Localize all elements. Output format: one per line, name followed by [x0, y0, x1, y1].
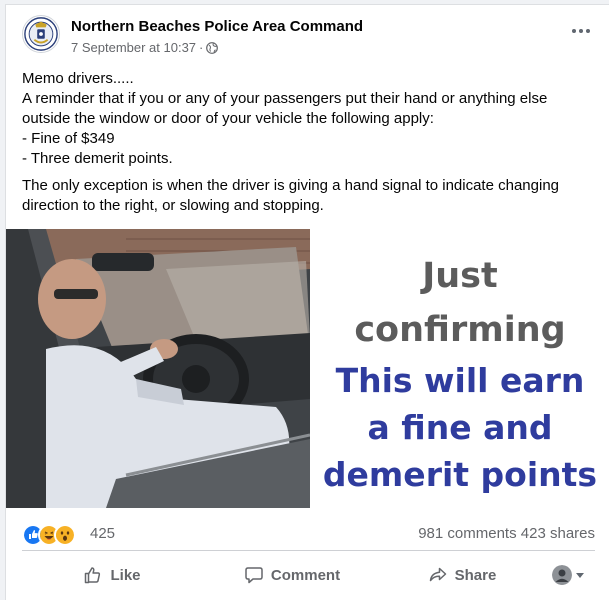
caption-line: This will earn [335, 361, 585, 400]
post-text-paragraph: The only exception is when the driver is… [22, 177, 559, 214]
thumbs-up-icon [85, 567, 101, 584]
post-timestamp[interactable]: 7 September at 10:37 [71, 40, 196, 55]
post-text-line: Memo drivers..... [22, 70, 134, 87]
post-header: Northern Beaches Police Area Command 7 S… [6, 5, 609, 63]
viewer-profile-selector[interactable] [552, 565, 584, 585]
reaction-icons[interactable] [22, 524, 76, 546]
page-name[interactable]: Northern Beaches Police Area Command [71, 18, 363, 35]
like-button[interactable]: Like [22, 553, 202, 597]
image-caption-panel: Just confirming This will earn a fine an… [310, 229, 609, 508]
post-text-line: - Three demerit points. [22, 150, 173, 167]
reaction-count[interactable]: 425 [90, 525, 115, 542]
more-options-icon[interactable] [567, 21, 595, 41]
post-card: Northern Beaches Police Area Command 7 S… [5, 4, 609, 600]
chevron-down-icon [576, 572, 584, 578]
post-image[interactable]: Just confirming This will earn a fine an… [6, 229, 609, 508]
post-text-line: - Fine of $349 [22, 130, 115, 147]
share-icon [429, 567, 446, 582]
post-text-line: A reminder that if you or any of your pa… [22, 90, 548, 127]
comment-button[interactable]: Comment [202, 553, 382, 597]
share-button[interactable]: Share [382, 553, 542, 597]
driver-photo [6, 229, 310, 508]
post-meta: 7 September at 10:37 · [71, 40, 219, 55]
viewer-avatar [552, 565, 572, 585]
page-avatar[interactable] [22, 15, 60, 53]
comments-count[interactable]: 981 comments [418, 525, 516, 542]
comment-label: Comment [270, 566, 341, 584]
wow-reaction-icon [54, 524, 76, 546]
comments-shares: 981 comments 423 shares [418, 525, 595, 542]
caption-line: Just [422, 256, 498, 296]
post-text: Memo drivers..... A reminder that if you… [22, 69, 594, 216]
meta-separator: · [199, 40, 204, 55]
comment-icon [245, 567, 263, 584]
reactions-summary: 425 981 comments 423 shares [6, 513, 609, 547]
caption-line: demerit points [322, 455, 598, 494]
like-label: Like [110, 566, 141, 584]
caption-line: a fine and [367, 408, 553, 447]
post-actions: Like Comment Share [6, 553, 609, 597]
police-badge-logo [24, 17, 58, 51]
globe-icon[interactable] [206, 41, 219, 54]
share-label: Share [454, 566, 497, 584]
shares-count[interactable]: 423 shares [521, 525, 595, 542]
divider [22, 550, 595, 551]
caption-line: confirming [354, 310, 566, 350]
